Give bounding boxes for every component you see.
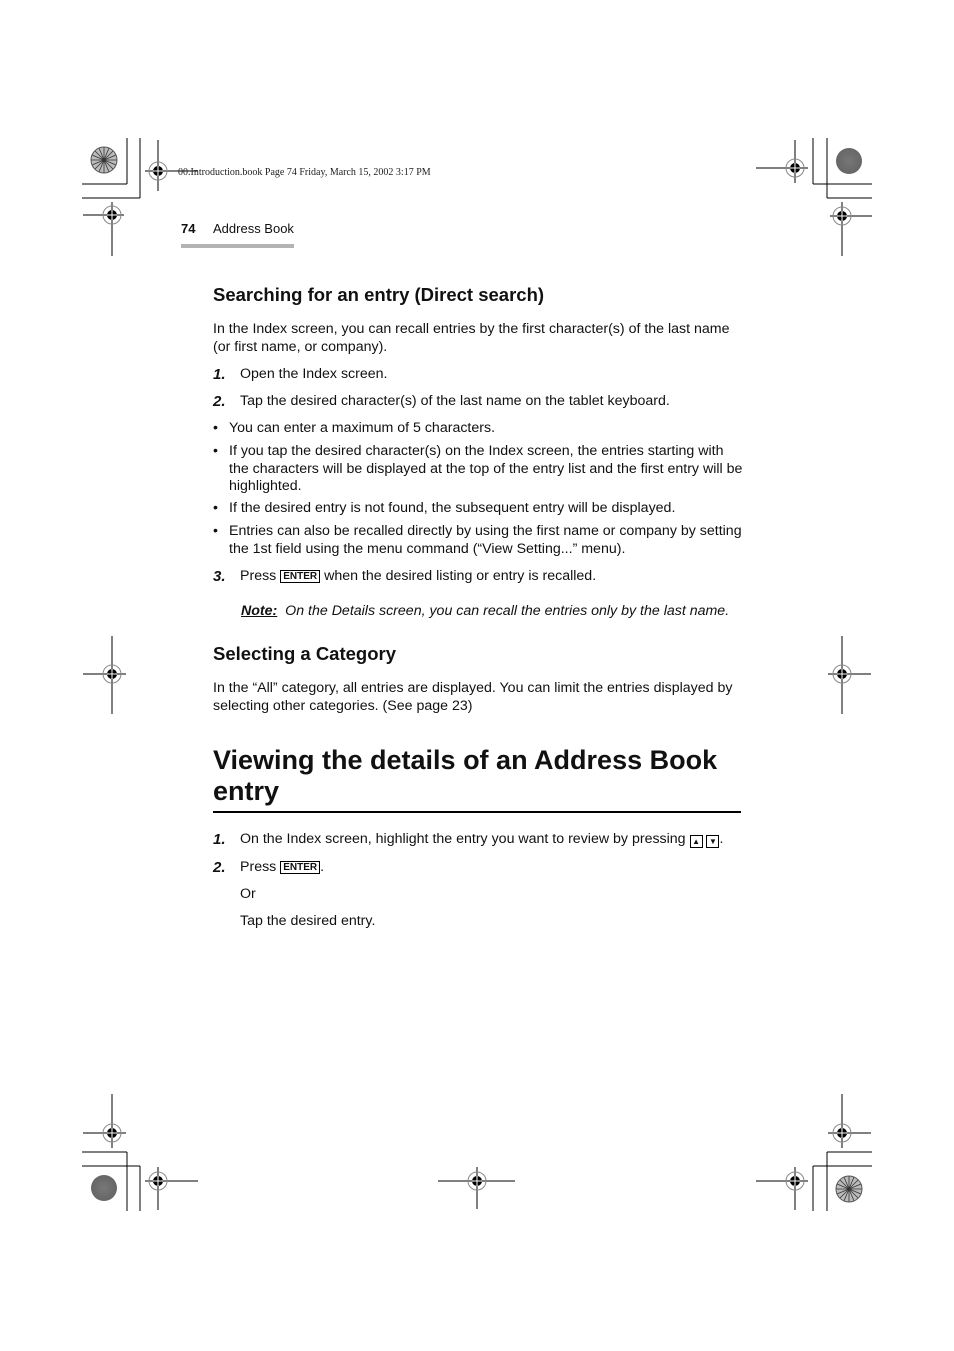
enter-key-icon: ENTER: [280, 570, 321, 583]
bullet-text: You can enter a maximum of 5 characters.: [229, 420, 496, 436]
bullet-marker: •: [213, 523, 218, 539]
heading-selecting-category: Selecting a Category: [213, 643, 397, 664]
step-number: 2.: [213, 859, 226, 876]
bullet-text: If you tap the desired character(s) on t…: [229, 443, 743, 494]
crop-mark-top-right: [756, 138, 872, 256]
bullet-item: • If you tap the desired character(s) on…: [213, 443, 743, 497]
step-text-main: On the Index screen, highlight the entry…: [240, 831, 690, 847]
bullet-marker: •: [213, 500, 218, 516]
bullet-text: If the desired entry is not found, the s…: [229, 500, 676, 516]
step-text: Press ENTER when the desired listing or …: [240, 568, 596, 586]
crop-mark-bottom-right: [756, 1094, 872, 1211]
step-text-pre: Press: [240, 568, 281, 584]
step-number: 1.: [213, 366, 226, 383]
bullet-item: • Entries can also be recalled directly …: [213, 523, 743, 559]
step-text-pre: Press: [240, 859, 281, 875]
down-arrow-key-icon: ▼: [706, 835, 720, 848]
enter-key-icon: ENTER: [280, 861, 321, 874]
paragraph-category: In the “All” category, all entries are d…: [213, 680, 733, 714]
or-text: Or: [240, 886, 256, 902]
running-header: 74 Address Book: [181, 220, 294, 248]
crop-mark-bottom-left: [82, 1094, 198, 1211]
alternative-text: Tap the desired entry.: [240, 913, 376, 929]
up-arrow-key-icon: ▲: [689, 835, 703, 848]
bullet-item: • If the desired entry is not found, the…: [213, 500, 743, 518]
print-marks: [82, 138, 872, 1211]
heading-viewing-details: Viewing the details of an Address Book e…: [213, 745, 718, 806]
step-text-end: .: [719, 831, 724, 847]
print-slug: 00.Introduction.book Page 74 Friday, Mar…: [178, 167, 431, 178]
note-label: Note:: [241, 603, 278, 619]
crop-mark-mid-right: [828, 636, 871, 714]
step-text: Press ENTER.: [240, 859, 324, 877]
step-number: 3.: [213, 568, 226, 585]
bullet-marker: •: [213, 420, 218, 436]
bullet-text: Entries can also be recalled directly by…: [229, 523, 742, 557]
note: Note: On the Details screen, you can rec…: [241, 603, 729, 619]
paragraph-direct-search-intro: In the Index screen, you can recall entr…: [213, 321, 730, 355]
step-number: 1.: [213, 831, 226, 848]
step-text: Open the Index screen.: [240, 366, 388, 382]
note-text: On the Details screen, you can recall th…: [285, 603, 730, 619]
crop-mark-bottom-center: [438, 1167, 515, 1209]
step-text-post: when the desired listing or entry is rec…: [320, 568, 597, 584]
step-text: On the Index screen, highlight the entry…: [240, 831, 723, 849]
heading-rule: [213, 811, 741, 813]
crop-mark-mid-left: [83, 636, 126, 714]
section-title: Address Book: [213, 221, 294, 236]
bullet-marker: •: [213, 443, 218, 459]
page-number: 74: [181, 221, 196, 236]
step-text-end: .: [320, 859, 325, 875]
heading-direct-search: Searching for an entry (Direct search): [213, 284, 545, 305]
bullet-item: • You can enter a maximum of 5 character…: [213, 420, 743, 438]
step-text: Tap the desired character(s) of the last…: [240, 393, 670, 409]
step-number: 2.: [213, 393, 226, 410]
